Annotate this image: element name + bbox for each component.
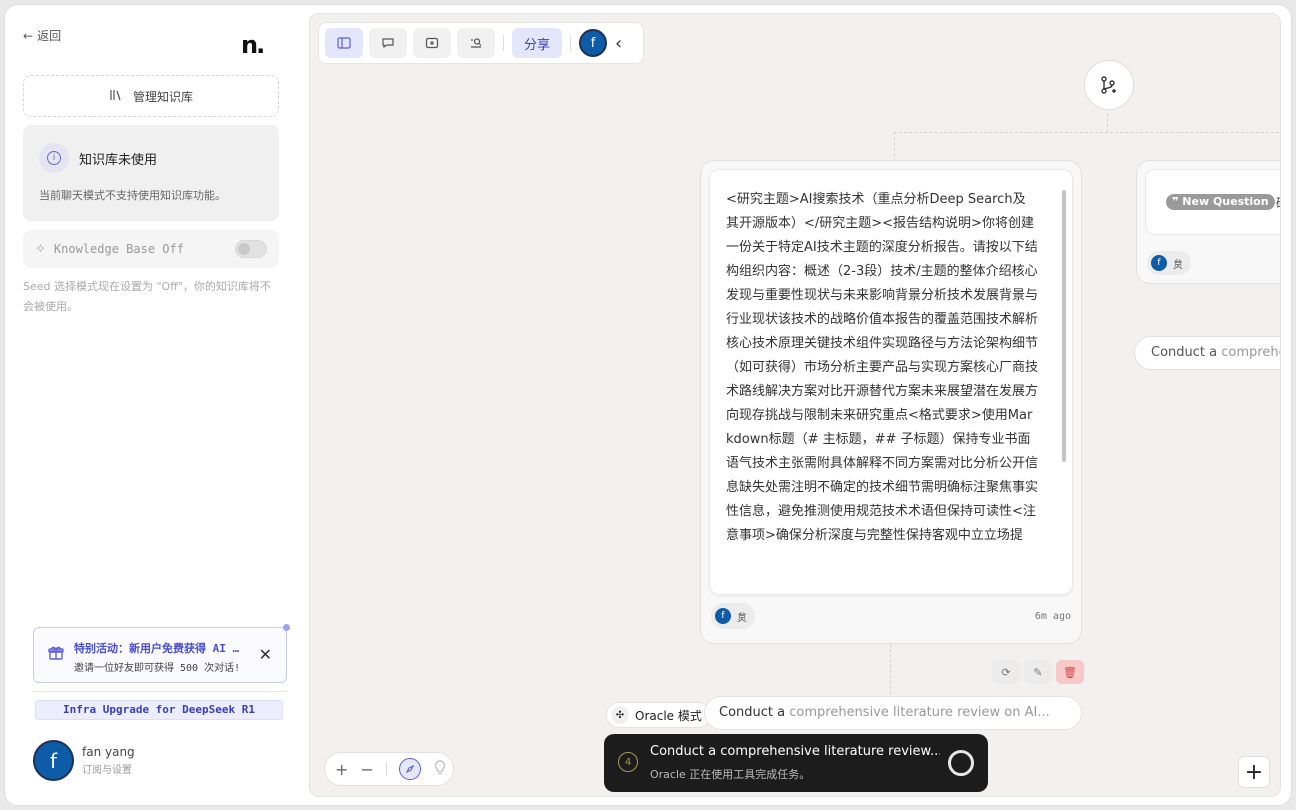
node-content: <研究主题>AI搜索技术（重点分析Deep Search及其开源版本）</研究主… <box>709 169 1073 595</box>
edge-line <box>894 132 895 162</box>
edge-line <box>1107 114 1108 132</box>
add-node-button[interactable] <box>413 28 451 58</box>
edge-line <box>890 644 891 704</box>
notification-dot <box>283 624 290 631</box>
lightbulb-icon[interactable] <box>434 760 446 780</box>
infra-upgrade-link[interactable]: Infra Upgrade for DeepSeek R1 <box>35 700 283 720</box>
plus-icon: + <box>1244 759 1264 785</box>
user-profile[interactable]: f fan yang 订阅与设置 <box>33 740 135 781</box>
oracle-mode-label: Oracle 模式 <box>635 708 702 723</box>
avatar[interactable]: f <box>579 29 608 57</box>
node-content: ❞ New Question 研 <box>1145 169 1280 235</box>
new-question-badge: ❞ New Question <box>1166 194 1275 210</box>
node-actions: ⟳ ✎ 🗑 <box>992 660 1084 684</box>
node-user-name: 炱 <box>737 612 747 624</box>
regenerate-button[interactable]: ⟳ <box>992 660 1020 684</box>
sidebar-toggle-button[interactable] <box>325 28 363 58</box>
zoom-out-button[interactable]: − <box>360 760 373 779</box>
info-icon: i <box>39 143 69 173</box>
edge-line <box>894 132 1280 133</box>
pill-prefix: Conduct a <box>719 705 790 720</box>
avatar: f <box>33 740 74 781</box>
refresh-icon: ⟳ <box>1001 665 1011 679</box>
git-branch-icon <box>1101 76 1116 94</box>
manage-kb-button[interactable]: 管理知识库 <box>23 75 279 117</box>
user-sub: 订阅与设置 <box>82 765 132 776</box>
compass-icon[interactable] <box>398 758 421 780</box>
status-subtitle: Oracle 正在使用工具完成任务。 <box>650 768 811 781</box>
pill-prefix: Conduct a <box>1151 345 1222 360</box>
node-user-name: 炱 <box>1173 259 1183 271</box>
search-node-button[interactable] <box>457 28 495 58</box>
app-logo: n. <box>241 31 265 59</box>
back-button[interactable]: ← 返回 <box>23 27 61 44</box>
avatar: f <box>715 608 731 624</box>
close-icon[interactable]: ✕ <box>259 645 272 664</box>
prompt-node-pill[interactable]: Conduct a comprehensive literature revie… <box>704 696 1082 730</box>
kb-toggle-label: Knowledge Base Off <box>53 242 184 256</box>
canvas[interactable]: 分享 f ‹ <研究主题>AI搜索技术（重点分析Deep Search及其开源版… <box>309 13 1281 797</box>
question-node[interactable]: ❞ New Question 研 f 炱 <box>1136 160 1280 284</box>
kb-card-title: 知识库未使用 <box>79 153 158 168</box>
trash-icon: 🗑 <box>1063 665 1077 679</box>
divider <box>33 691 287 692</box>
delete-button[interactable]: 🗑 <box>1056 660 1084 684</box>
manage-kb-label: 管理知识库 <box>132 89 193 104</box>
node-user-chip: f 炱 <box>1147 251 1191 275</box>
prompt-node-pill[interactable]: Conduct a comprehensive literature revie… <box>1134 336 1280 370</box>
plus-box-icon <box>425 37 439 49</box>
question-text: 研 <box>1276 194 1280 211</box>
node-timestamp: 6m ago <box>1034 611 1071 622</box>
library-icon <box>109 88 123 105</box>
seed-note: Seed 选择模式现在设置为 "Off"，你的知识库将不会被使用。 <box>23 280 271 313</box>
pill-rest: comprehensive literature review on AI... <box>789 705 1050 720</box>
user-name: fan yang <box>82 745 135 759</box>
app-window: ← 返回 n. 管理知识库 i 知识库未使用 当前聊天模式不支持使用知识库功能。… <box>4 4 1292 806</box>
zoom-in-button[interactable]: + <box>335 760 348 779</box>
chat-button[interactable] <box>369 28 407 58</box>
toolbar-divider <box>570 35 572 51</box>
toolbar-divider <box>503 35 504 51</box>
sidebar: ← 返回 n. 管理知识库 i 知识库未使用 当前聊天模式不支持使用知识库功能。… <box>5 5 303 805</box>
share-button[interactable]: 分享 <box>512 28 563 58</box>
branch-button[interactable] <box>1084 60 1134 110</box>
arrow-left-icon: ← <box>23 28 34 43</box>
status-title: Conduct a comprehensive literature revie… <box>650 744 940 759</box>
canvas-toolbar: 分享 f ‹ <box>318 22 644 64</box>
add-button[interactable]: + <box>1238 756 1270 788</box>
avatar: f <box>1151 255 1167 271</box>
chat-icon <box>382 38 394 49</box>
promo-banner[interactable]: 特别活动：新用户免费获得 AI 会员 邀请一位好友即可获得 500 次对话! ✕ <box>33 624 290 683</box>
gift-icon <box>48 645 64 665</box>
kb-toggle-switch[interactable] <box>235 240 267 258</box>
chat-node[interactable]: <研究主题>AI搜索技术（重点分析Deep Search及其开源版本）</研究主… <box>700 160 1082 644</box>
back-label: 返回 <box>37 29 62 43</box>
loading-spinner-icon <box>948 750 974 776</box>
step-counter: 4 <box>618 752 638 772</box>
kb-status-card: i 知识库未使用 当前聊天模式不支持使用知识库功能。 <box>23 125 279 221</box>
kb-card-desc: 当前聊天模式不支持使用知识库功能。 <box>39 189 226 202</box>
tools-icon: ✣ <box>611 706 629 724</box>
pill-rest: comprehensive literature review on AI... <box>1221 345 1280 360</box>
node-text: <研究主题>AI搜索技术（重点分析Deep Search及其开源版本）</研究主… <box>726 192 1039 543</box>
promo-title: 特别活动：新用户免费获得 AI 会员 <box>74 642 246 655</box>
divider <box>385 762 387 776</box>
scrollbar[interactable] <box>1062 190 1066 462</box>
node-user-chip: f 炱 <box>711 603 755 629</box>
chevron-left-icon[interactable]: ‹ <box>615 33 622 54</box>
edit-button[interactable]: ✎ <box>1024 660 1052 684</box>
search-list-icon <box>471 38 482 48</box>
sidebar-icon <box>337 37 351 49</box>
kb-toggle-row: ✧ Knowledge Base Off <box>23 230 279 268</box>
task-status-bar[interactable]: 4 Conduct a comprehensive literature rev… <box>604 734 988 792</box>
edit-icon: ✎ <box>1033 665 1043 679</box>
promo-subtitle: 邀请一位好友即可获得 500 次对话! <box>74 663 241 674</box>
sparkle-icon: ✧ <box>35 241 46 257</box>
oracle-mode-tag[interactable]: ✣ Oracle 模式 <box>606 702 711 728</box>
